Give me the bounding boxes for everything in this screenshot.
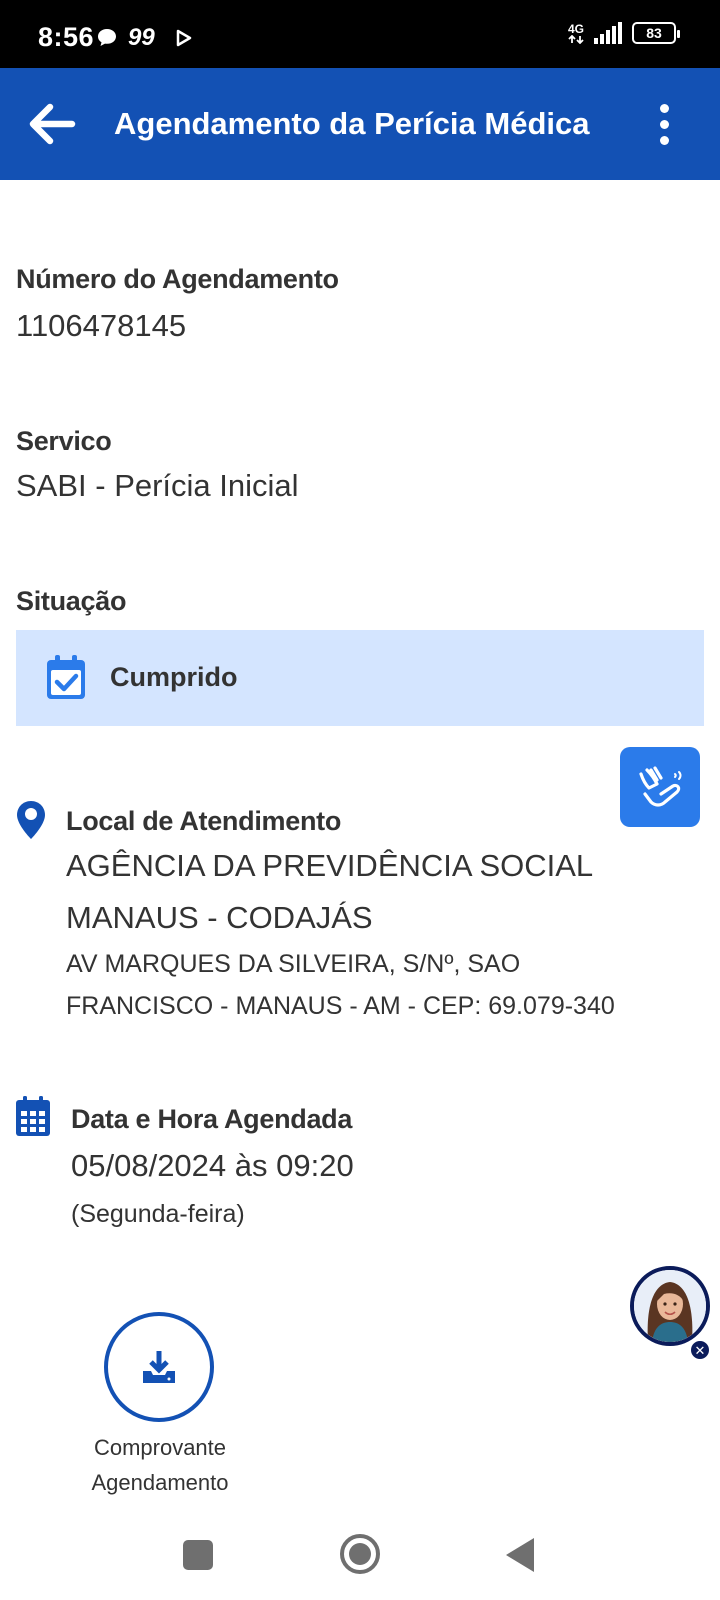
system-navigation-bar [0,1520,720,1600]
download-label-line1: Comprovante [93,1435,227,1460]
libras-button[interactable] [620,747,700,827]
schedule-datetime: 05/08/2024 às 09:20 [71,1148,354,1183]
back-button[interactable] [22,94,82,154]
status-text: Cumprido [110,662,238,692]
calendar-icon [16,1096,50,1136]
schedule-weekday: (Segunda-feira) [71,1200,245,1228]
app-99-icon: 99 [128,24,155,51]
status-notification-icons: 99 [96,24,193,52]
more-vert-icon [659,103,669,113]
arrow-left-icon [29,103,76,145]
close-icon: ✕ [694,1343,706,1358]
situation-label: Situação [16,586,127,616]
system-back-button[interactable] [506,1538,534,1572]
battery-level: 83 [646,25,662,41]
location-address-line1: AV MARQUES DA SILVEIRA, S/Nº, SAO [66,950,521,978]
status-badge: Cumprido [16,630,704,726]
appointment-number-value: 1106478145 [16,308,187,343]
more-options-button[interactable] [646,96,682,152]
status-bar: 8:56 99 4G 83 [0,0,720,68]
home-button[interactable] [340,1534,380,1574]
calendar-check-icon [47,655,85,699]
location-name-line1: AGÊNCIA DA PREVIDÊNCIA SOCIAL [66,848,594,883]
download-label-line2: Agendamento [91,1470,229,1495]
battery-icon: 83 [632,22,680,44]
location-address-line2: FRANCISCO - MANAUS - AM - CEP: 69.079-34… [66,992,615,1020]
download-receipt-label[interactable]: Comprovante Agendamento [60,1430,260,1500]
location-label: Local de Atendimento [66,806,342,836]
service-label: Servico [16,426,112,456]
chat-bubble-icon [98,29,116,46]
schedule-label: Data e Hora Agendada [71,1104,353,1134]
home-circle-icon [349,1543,371,1565]
sign-language-hands-icon [639,766,682,807]
status-time: 8:56 [38,22,95,52]
service-value: SABI - Perícia Inicial [16,468,299,503]
download-receipt-button[interactable] [104,1312,214,1422]
location-name-line2: MANAUS - CODAJÁS [66,900,373,935]
download-icon [143,1351,175,1383]
assistant-avatar-icon [634,1270,706,1342]
data-arrows-icon [568,34,584,44]
status-system-icons: 4G 83 [567,21,680,44]
app-bar: Agendamento da Perícia Médica [0,68,720,180]
appointment-number-label: Número do Agendamento [16,264,339,294]
signal-strength-icon [594,22,622,44]
page-title: Agendamento da Perícia Médica [114,106,590,141]
assistant-avatar[interactable] [630,1266,710,1346]
map-pin-icon [17,801,45,839]
play-store-icon [176,29,191,47]
recent-apps-button[interactable] [183,1540,213,1570]
network-type: 4G [567,21,584,36]
close-assistant-button[interactable]: ✕ [690,1340,710,1360]
